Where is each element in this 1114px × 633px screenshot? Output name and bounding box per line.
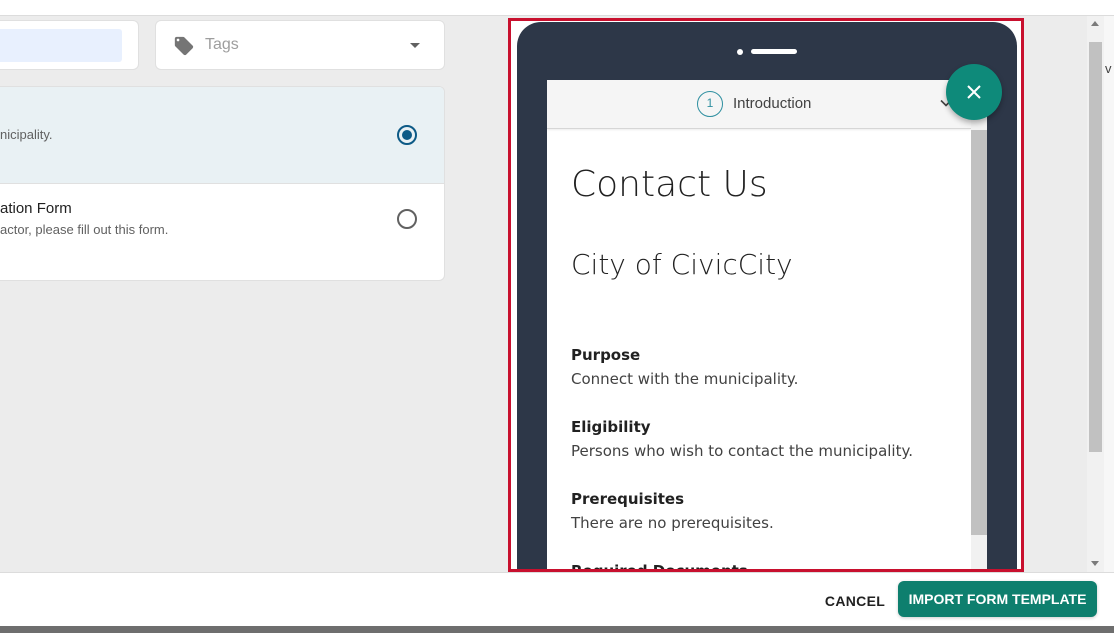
section-body-purpose: Connect with the municipality. xyxy=(571,370,799,388)
cancel-button[interactable]: CANCEL xyxy=(814,586,896,616)
page-scrollbar-thumb[interactable] xyxy=(1089,42,1102,452)
close-preview-button[interactable] xyxy=(946,64,1002,120)
import-form-template-button[interactable]: IMPORT FORM TEMPLATE xyxy=(898,581,1097,617)
tag-icon xyxy=(174,36,194,56)
step-header[interactable]: 1 Introduction xyxy=(547,80,971,129)
tags-placeholder: Tags xyxy=(205,36,239,53)
device-camera-icon xyxy=(737,49,743,55)
template-item-contact[interactable]: nicipality. xyxy=(0,87,444,184)
device-speaker-icon xyxy=(751,49,797,54)
template-description: actor, please fill out this form. xyxy=(0,222,169,237)
top-bar xyxy=(0,0,1114,16)
template-item-application[interactable]: ation Form actor, please fill out this f… xyxy=(0,184,444,280)
template-radio[interactable] xyxy=(397,209,417,229)
chevron-down-icon[interactable] xyxy=(410,43,420,48)
form-heading: Contact Us xyxy=(571,164,768,205)
scroll-up-icon[interactable] xyxy=(1091,21,1099,26)
section-title-eligibility: Eligibility xyxy=(571,418,651,436)
device-frame: 1 Introduction Contact Us City of CivicC… xyxy=(517,22,1017,572)
step-number-badge: 1 xyxy=(697,91,723,117)
section-body-prerequisites: There are no prerequisites. xyxy=(571,514,774,532)
template-list: nicipality. ation Form actor, please fil… xyxy=(0,86,445,281)
search-input[interactable] xyxy=(0,20,139,70)
section-title-purpose: Purpose xyxy=(571,346,641,364)
page-scrollbar[interactable] xyxy=(1087,16,1104,572)
preview-scrollbar-thumb[interactable] xyxy=(971,130,987,535)
tags-select[interactable]: Tags xyxy=(155,20,445,70)
search-input-value[interactable] xyxy=(0,29,122,62)
step-label: Introduction xyxy=(733,95,812,112)
edge-text: v xyxy=(1105,61,1112,76)
template-title: ation Form xyxy=(0,200,72,217)
form-subheading: City of CivicCity xyxy=(571,248,793,281)
bottom-bar xyxy=(0,626,1114,633)
template-description: nicipality. xyxy=(0,127,53,142)
section-body-eligibility: Persons who wish to contact the municipa… xyxy=(571,442,913,460)
right-edge xyxy=(1104,16,1114,572)
section-title-prerequisites: Prerequisites xyxy=(571,490,685,508)
section-title-required-documents: Required Documents xyxy=(571,562,748,572)
device-screen: 1 Introduction Contact Us City of CivicC… xyxy=(547,80,987,572)
template-radio-selected[interactable] xyxy=(397,125,417,145)
close-icon xyxy=(967,85,981,99)
dialog-footer: CANCEL IMPORT FORM TEMPLATE xyxy=(0,572,1114,626)
scroll-down-icon[interactable] xyxy=(1091,561,1099,566)
